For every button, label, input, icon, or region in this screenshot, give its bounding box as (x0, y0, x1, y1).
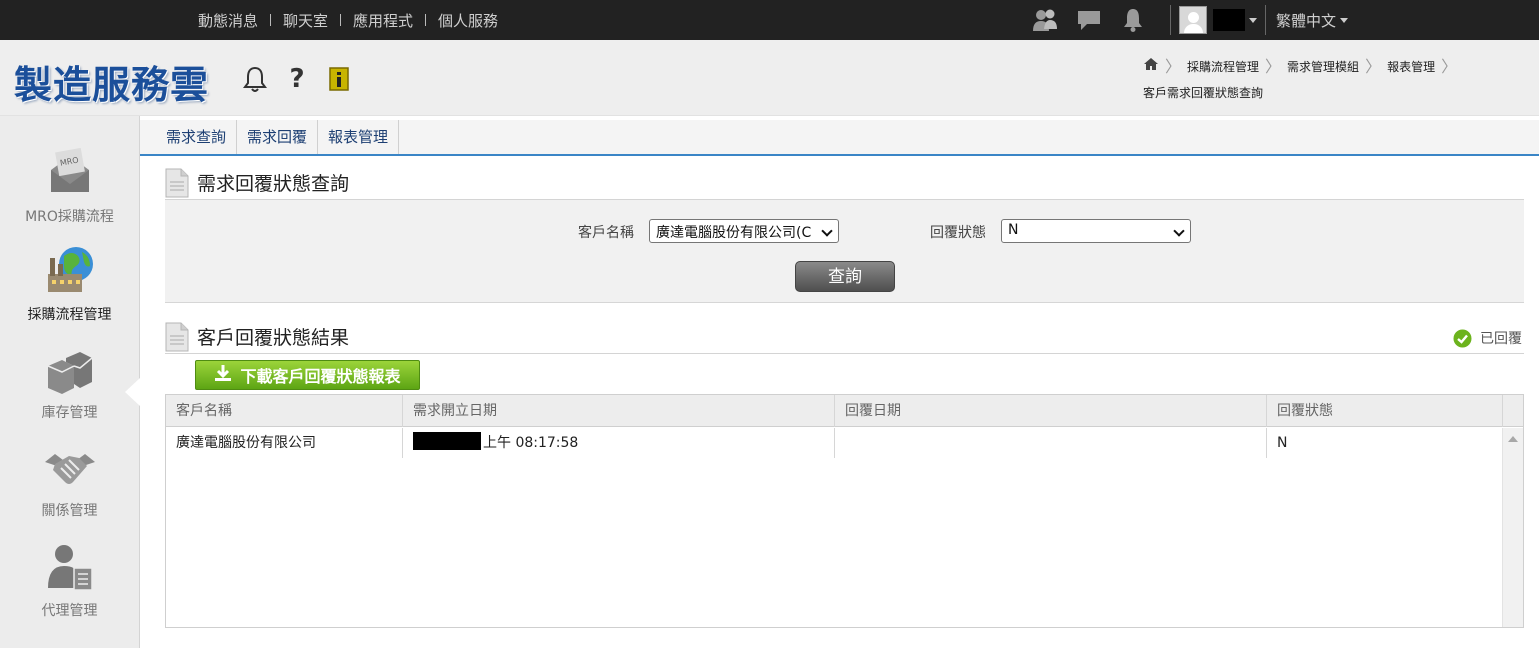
query-button[interactable]: 查詢 (795, 261, 895, 292)
reply-status-value: N (1008, 222, 1019, 238)
agent-document-icon (44, 545, 96, 596)
avatar[interactable] (1179, 6, 1207, 34)
chevron-down-icon[interactable] (1249, 17, 1257, 23)
tab-demand-reply[interactable]: 需求回覆 (237, 120, 319, 154)
bell-icon[interactable] (240, 62, 270, 96)
cell-customer: 廣達電腦股份有限公司 (166, 428, 403, 458)
column-header-reply-date[interactable]: 回覆日期 (835, 395, 1267, 427)
customer-name-value: 廣達電腦股份有限公司(C (656, 225, 812, 241)
cell-reply-date (835, 428, 1267, 458)
query-section-title: 需求回覆狀態查詢 (197, 173, 350, 195)
result-section-header: 客戶回覆狀態結果 (165, 320, 1524, 354)
top-navigation-bar: 動態消息 聊天室 應用程式 個人服務 繁體中文 (0, 0, 1539, 40)
chat-icon[interactable] (1074, 0, 1104, 40)
column-header-customer[interactable]: 客戶名稱 (166, 395, 403, 427)
language-selector[interactable]: 繁體中文 (1276, 10, 1349, 31)
sidebar-item-mro[interactable]: MRO MRO採購流程 (0, 146, 139, 226)
customer-name-label: 客戶名稱 (578, 225, 634, 241)
query-filter-panel: 客戶名稱 廣達電腦股份有限公司(C 回覆狀態 N 查詢 (165, 200, 1524, 303)
redacted-date (413, 432, 481, 450)
sidebar-item-label: 關係管理 (41, 503, 98, 519)
column-header-reply-status[interactable]: 回覆狀態 (1267, 395, 1503, 427)
chevron-down-icon (1340, 17, 1349, 23)
chevron-down-icon (821, 225, 833, 237)
top-right-tools: 繁體中文 (1030, 0, 1349, 40)
query-section-header: 需求回覆狀態查詢 (165, 166, 1524, 200)
language-label: 繁體中文 (1276, 11, 1337, 30)
result-section-title: 客戶回覆狀態結果 (197, 327, 350, 349)
tab-bar: 需求查詢 需求回覆 報表管理 (140, 120, 1539, 156)
cell-reply-status: N (1277, 435, 1288, 451)
nav-item-chatroom[interactable]: 聊天室 (271, 10, 340, 31)
sidebar-item-label: 採購流程管理 (27, 307, 112, 323)
document-icon (165, 322, 189, 352)
app-logo[interactable]: 製造服務雲 (14, 54, 209, 109)
breadcrumb-separator: 〉 (1441, 57, 1458, 76)
download-report-label: 下載客戶回覆狀態報表 (240, 367, 401, 386)
cell-open-time: 上午 08:17:58 (483, 435, 579, 451)
check-circle-icon (1453, 329, 1472, 348)
help-icon[interactable]: ? (282, 62, 312, 96)
cell-open-date: 上午 08:17:58 (403, 428, 835, 458)
boxes-icon (44, 352, 96, 398)
table-row[interactable]: 廣達電腦股份有限公司 上午 08:17:58 N (166, 428, 1502, 458)
scroll-up-arrow-icon[interactable] (1508, 436, 1518, 442)
breadcrumb: 〉 採購流程管理 〉 需求管理模組 〉 報表管理 〉 客戶需求回覆狀態查詢 (1143, 54, 1523, 106)
sidebar-item-inventory[interactable]: 庫存管理 (0, 348, 139, 422)
vertical-scrollbar[interactable] (1502, 428, 1523, 627)
replied-legend-label: 已回覆 (1480, 331, 1522, 347)
results-table: 客戶名稱 需求開立日期 回覆日期 回覆狀態 廣達電腦股份有限公司 上午 08:1… (165, 394, 1524, 628)
breadcrumb-demand-module[interactable]: 需求管理模組 (1287, 54, 1365, 80)
chevron-down-icon (1173, 225, 1185, 237)
contacts-icon[interactable] (1030, 0, 1060, 40)
page-header: 製造服務雲 ? 〉 採購流程管理 〉 需求管理模組 〉 報表管理 〉 客戶需求回… (0, 40, 1539, 116)
sidebar-item-label: 庫存管理 (41, 405, 98, 421)
breadcrumb-procurement[interactable]: 採購流程管理 (1187, 54, 1265, 80)
nav-item-personal-services[interactable]: 個人服務 (426, 10, 510, 31)
sidebar: MRO MRO採購流程 採購流程管理 庫存管理 關係管理 代理管理 (0, 116, 140, 648)
manual-book-icon[interactable] (324, 62, 354, 96)
download-report-button[interactable]: 下載客戶回覆狀態報表 (195, 360, 420, 390)
handshake-icon (43, 454, 97, 496)
home-icon[interactable] (1143, 54, 1165, 80)
top-nav-menu: 動態消息 聊天室 應用程式 個人服務 (186, 0, 510, 40)
breadcrumb-report-management[interactable]: 報表管理 (1387, 54, 1441, 80)
reply-status-select[interactable]: N (1001, 219, 1191, 243)
header-icons: ? (240, 62, 366, 96)
nav-item-news[interactable]: 動態消息 (186, 10, 270, 31)
breadcrumb-current-page: 客戶需求回覆狀態查詢 (1143, 86, 1264, 100)
toolbar-divider (1170, 5, 1171, 35)
sidebar-item-label: MRO採購流程 (25, 209, 114, 225)
notification-bell-icon[interactable] (1118, 0, 1148, 40)
mro-envelope-icon: MRO (45, 147, 95, 202)
breadcrumb-separator: 〉 (1265, 57, 1282, 76)
reply-status-label: 回覆狀態 (930, 225, 986, 241)
factory-globe-icon (42, 247, 98, 300)
download-icon (214, 364, 232, 386)
document-icon (165, 168, 189, 198)
tab-report-management[interactable]: 報表管理 (318, 120, 400, 154)
sidebar-item-procurement[interactable]: 採購流程管理 (0, 244, 139, 324)
toolbar-divider (1265, 5, 1266, 35)
nav-item-apps[interactable]: 應用程式 (341, 10, 425, 31)
table-header: 客戶名稱 需求開立日期 回覆日期 回覆狀態 (166, 395, 1523, 427)
username-redacted[interactable] (1213, 9, 1245, 31)
sidebar-item-label: 代理管理 (41, 603, 98, 619)
column-header-open-date[interactable]: 需求開立日期 (403, 395, 835, 427)
sidebar-item-agency[interactable]: 代理管理 (0, 542, 139, 620)
replied-legend: 已回覆 (1453, 328, 1522, 348)
sidebar-item-relationship[interactable]: 關係管理 (0, 446, 139, 520)
tab-demand-query[interactable]: 需求查詢 (156, 120, 238, 154)
customer-name-select[interactable]: 廣達電腦股份有限公司(C (649, 219, 839, 243)
breadcrumb-separator: 〉 (1365, 57, 1382, 76)
breadcrumb-separator: 〉 (1165, 57, 1182, 76)
active-item-pointer (125, 378, 140, 406)
